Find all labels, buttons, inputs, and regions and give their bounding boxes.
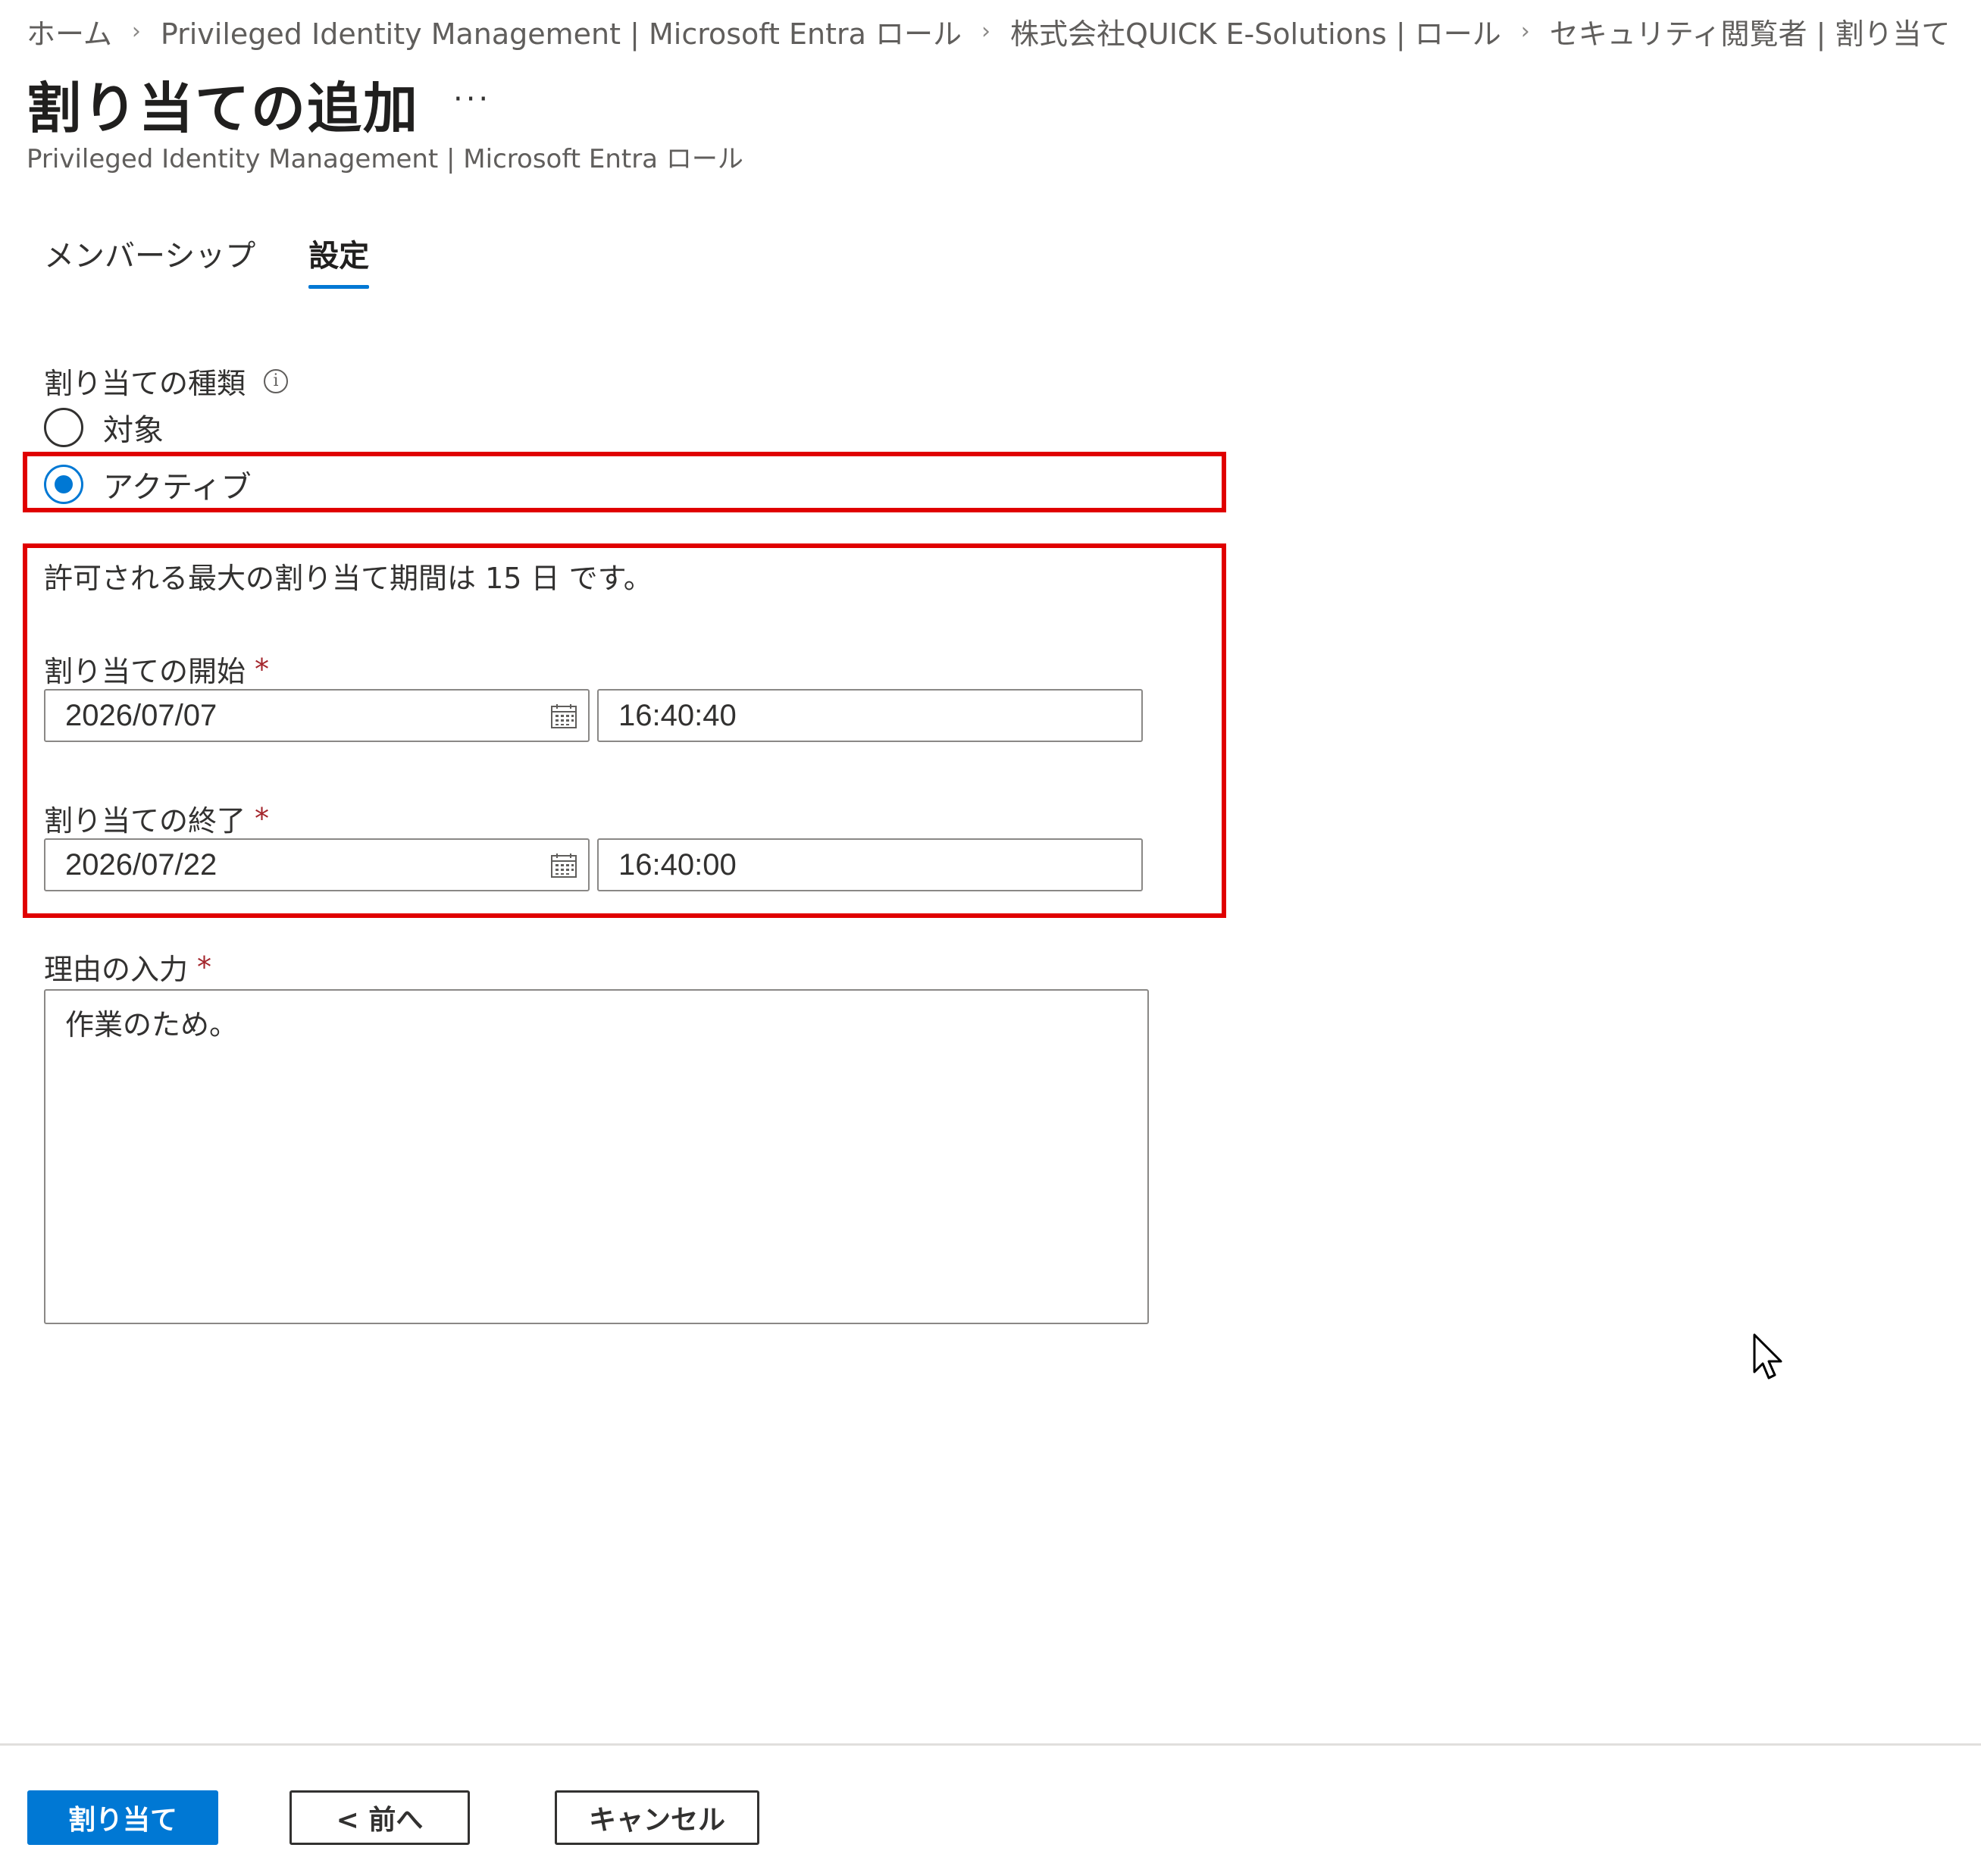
breadcrumb: ホーム › Privileged Identity Management | M… bbox=[27, 11, 1950, 52]
breadcrumb-tenant-roles[interactable]: 株式会社QUICK E-Solutions | ロール bbox=[1010, 11, 1501, 52]
tab-settings[interactable]: 設定 bbox=[308, 231, 370, 289]
more-options-icon[interactable]: ··· bbox=[453, 82, 491, 117]
footer-divider bbox=[0, 1743, 1981, 1746]
chevron-right-icon: › bbox=[131, 17, 141, 45]
previous-button[interactable]: < 前へ bbox=[289, 1790, 470, 1845]
radio-button-eligible[interactable] bbox=[44, 408, 83, 447]
end-date-input[interactable]: 2026/07/22 bbox=[44, 838, 590, 891]
breadcrumb-home[interactable]: ホーム bbox=[27, 11, 112, 52]
chevron-right-icon: › bbox=[981, 17, 990, 45]
breadcrumb-pim[interactable]: Privileged Identity Management | Microso… bbox=[161, 11, 962, 52]
radio-label-eligible: 対象 bbox=[103, 413, 164, 448]
start-date-value: 2026/07/07 bbox=[65, 698, 218, 732]
reason-label-text: 理由の入力 bbox=[44, 953, 189, 986]
start-date-input[interactable]: 2026/07/07 bbox=[44, 689, 590, 742]
required-marker: * bbox=[197, 950, 212, 984]
end-time-input[interactable]: 16:40:00 bbox=[597, 838, 1143, 891]
reason-textarea[interactable]: 作業のため。 bbox=[44, 989, 1149, 1324]
end-label: 割り当ての終了 * bbox=[44, 797, 269, 839]
chevron-right-icon: › bbox=[1520, 17, 1530, 45]
end-label-text: 割り当ての終了 bbox=[44, 804, 246, 838]
start-label-text: 割り当ての開始 bbox=[44, 655, 246, 688]
tab-membership[interactable]: メンバーシップ bbox=[44, 231, 255, 289]
start-time-input[interactable]: 16:40:40 bbox=[597, 689, 1143, 742]
calendar-icon[interactable] bbox=[550, 703, 577, 729]
start-label: 割り当ての開始 * bbox=[44, 648, 269, 690]
cancel-button[interactable]: キャンセル bbox=[555, 1790, 759, 1845]
radio-button-active[interactable] bbox=[44, 465, 83, 504]
assignment-type-label-text: 割り当ての種類 bbox=[44, 367, 246, 400]
mouse-cursor-icon bbox=[1753, 1333, 1782, 1380]
reason-label: 理由の入力 * bbox=[44, 946, 211, 988]
assignment-type-label: 割り当ての種類 i bbox=[44, 360, 289, 402]
radio-option-active[interactable]: アクティブ bbox=[44, 462, 252, 506]
info-icon[interactable]: i bbox=[264, 368, 289, 393]
end-time-value: 16:40:00 bbox=[618, 847, 737, 882]
assign-button[interactable]: 割り当て bbox=[27, 1790, 218, 1845]
max-duration-text: 許可される最大の割り当て期間は 15 日 です。 bbox=[44, 562, 653, 595]
breadcrumb-role-assignments[interactable]: セキュリティ閲覧者 | 割り当て bbox=[1550, 11, 1951, 52]
calendar-icon[interactable] bbox=[550, 853, 577, 878]
end-date-value: 2026/07/22 bbox=[65, 847, 218, 882]
radio-label-active: アクティブ bbox=[103, 470, 252, 505]
tab-bar: メンバーシップ 設定 bbox=[44, 231, 370, 289]
required-marker: * bbox=[255, 801, 270, 835]
reason-value: 作業のため。 bbox=[65, 1008, 239, 1041]
page-subtitle: Privileged Identity Management | Microso… bbox=[27, 144, 743, 174]
radio-option-eligible[interactable]: 対象 bbox=[44, 406, 164, 449]
start-time-value: 16:40:40 bbox=[618, 698, 737, 732]
page-title: 割り当ての追加 bbox=[27, 77, 420, 140]
radio-selected-dot bbox=[55, 475, 73, 493]
required-marker: * bbox=[255, 652, 270, 686]
